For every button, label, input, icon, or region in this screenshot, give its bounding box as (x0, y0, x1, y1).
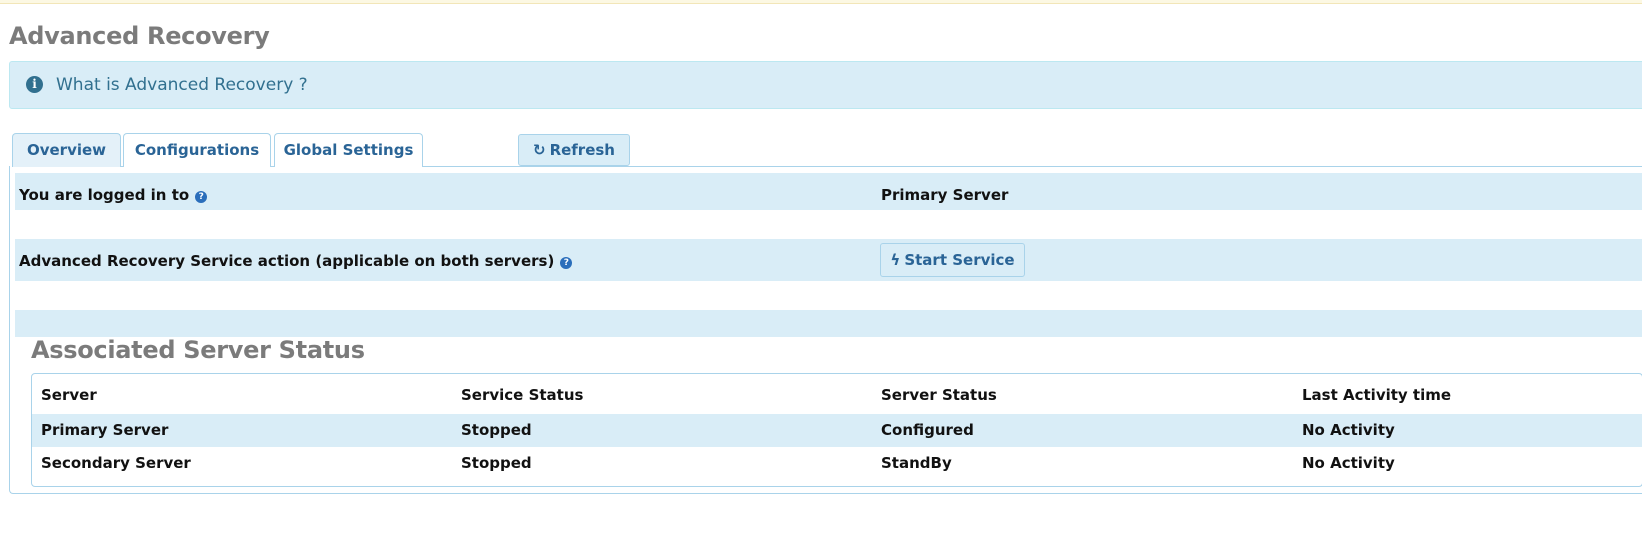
table-cell-server-status: StandBy (881, 454, 952, 472)
help-icon[interactable]: ? (195, 191, 208, 203)
logged-in-value: Primary Server (881, 186, 1009, 204)
info-banner[interactable]: i What is Advanced Recovery ? (9, 61, 1642, 109)
tab-configurations[interactable]: Configurations (123, 133, 271, 167)
table-cell-last-activity: No Activity (1302, 421, 1395, 439)
info-banner-text[interactable]: What is Advanced Recovery ? (56, 75, 308, 95)
server-status-table: Server Service Status Server Status Last… (31, 373, 1642, 487)
start-service-button[interactable]: ϟ Start Service (880, 243, 1025, 277)
notification-strip (0, 0, 1642, 4)
tab-overview[interactable]: Overview (12, 133, 121, 167)
column-header: Last Activity time (1302, 386, 1452, 404)
section-title: Associated Server Status (31, 336, 365, 364)
column-header: Server Status (881, 386, 997, 404)
table-cell-server-status: Configured (881, 421, 974, 439)
page-title: Advanced Recovery (9, 22, 270, 50)
table-row: Primary Server Stopped Configured No Act… (32, 414, 1642, 447)
column-header: Service Status (461, 386, 584, 404)
help-icon[interactable]: ? (560, 257, 573, 269)
spacer-row (15, 310, 1642, 337)
table-cell-server: Secondary Server (41, 454, 191, 472)
service-action-label: Advanced Recovery Service action (applic… (19, 252, 573, 270)
logged-in-label-text: You are logged in to (19, 186, 190, 204)
logged-in-row (15, 173, 1642, 210)
refresh-button[interactable]: ↻ Refresh (518, 134, 630, 166)
refresh-icon: ↻ (532, 141, 546, 159)
service-action-label-text: Advanced Recovery Service action (applic… (19, 252, 555, 270)
table-cell-last-activity: No Activity (1302, 454, 1395, 472)
table-cell-service-status: Stopped (461, 454, 532, 472)
column-header: Server (41, 386, 97, 404)
bolt-icon: ϟ (890, 251, 901, 269)
logged-in-label: You are logged in to? (19, 186, 208, 204)
table-cell-server: Primary Server (41, 421, 169, 439)
table-row: Secondary Server Stopped StandBy No Acti… (32, 447, 1642, 480)
info-circle-icon: i (26, 76, 43, 93)
tab-global-settings[interactable]: Global Settings (274, 133, 423, 167)
table-header-row: Server Service Status Server Status Last… (32, 379, 1642, 412)
refresh-button-label: Refresh (549, 141, 615, 159)
table-cell-service-status: Stopped (461, 421, 532, 439)
start-service-button-label: Start Service (904, 251, 1015, 269)
